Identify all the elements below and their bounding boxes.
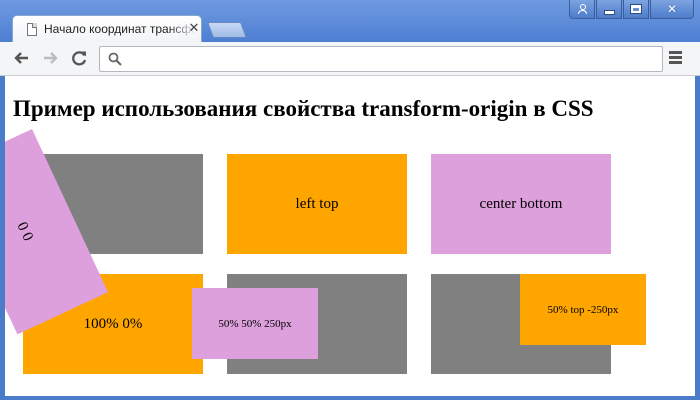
browser-tab[interactable]: Начало координат трансформации ✕ — [12, 15, 202, 43]
page-icon — [27, 23, 37, 36]
reload-button[interactable] — [68, 47, 90, 69]
window-controls: ✕ — [568, 0, 694, 20]
forward-arrow-icon — [44, 52, 58, 64]
window-bottom-border — [0, 396, 700, 400]
window-titlebar: Начало координат трансформации ✕ ✕ — [0, 0, 700, 43]
page-viewport: Пример использования свойства transform-… — [5, 76, 695, 396]
maximize-button[interactable] — [623, 0, 649, 19]
transform-box-center-bottom: center bottom — [431, 154, 611, 254]
transform-box-left-top: left top — [227, 154, 407, 254]
reload-icon — [72, 51, 87, 66]
demo-label: 50% top -250px — [547, 303, 619, 316]
new-tab-button[interactable] — [207, 22, 247, 38]
user-icon — [577, 4, 587, 14]
search-icon — [108, 52, 122, 66]
demo-label: 100% 0% — [83, 315, 143, 332]
menu-button[interactable] — [669, 51, 683, 65]
transform-box-50-top-minus250px: 50% top -250px — [520, 274, 646, 345]
minimize-button[interactable] — [596, 0, 622, 19]
forward-button[interactable] — [39, 47, 61, 69]
close-tab-icon[interactable]: ✕ — [187, 21, 201, 37]
user-profile-button[interactable] — [569, 0, 595, 19]
minimize-icon — [604, 10, 614, 14]
tab-title: Начало координат трансформации — [44, 22, 196, 36]
back-arrow-icon — [14, 52, 28, 64]
address-bar[interactable] — [99, 46, 663, 72]
demo-label: 50% 50% 250px — [218, 317, 292, 330]
demo-label: 0 0 — [13, 219, 37, 244]
demo-label: center bottom — [479, 195, 563, 212]
maximize-icon — [631, 5, 641, 13]
page-title: Пример использования свойства transform-… — [13, 96, 594, 121]
menu-icon — [669, 51, 682, 54]
browser-toolbar — [0, 42, 700, 76]
transform-box-50-50-250px: 50% 50% 250px — [192, 288, 318, 359]
back-button[interactable] — [11, 47, 33, 69]
close-icon: ✕ — [666, 2, 678, 16]
close-window-button[interactable]: ✕ — [650, 0, 694, 19]
url-input[interactable] — [128, 49, 662, 71]
demo-label: left top — [295, 195, 339, 212]
